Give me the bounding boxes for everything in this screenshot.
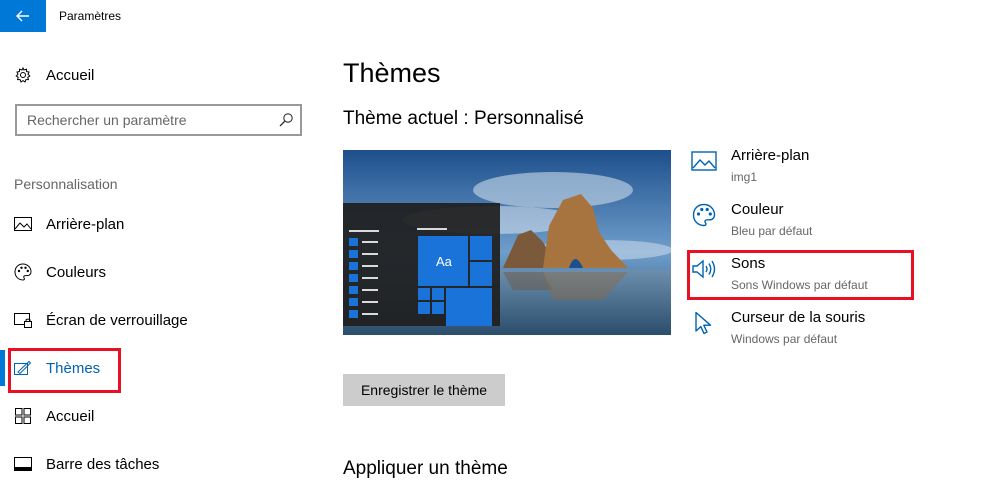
sidebar-item-label: Écran de verrouillage — [46, 311, 188, 329]
sidebar-item-arriere-plan[interactable]: Arrière-plan — [14, 212, 304, 236]
main-content: Thèmes Thème actuel : Personnalisé Aa Ar… — [320, 32, 991, 483]
section-label-personnalisation: Personnalisation — [14, 176, 118, 192]
sidebar-item-label: Accueil — [46, 407, 95, 425]
sidebar-item-label: Barre des tâches — [46, 455, 160, 473]
preview-tile-label: Aa — [436, 254, 452, 269]
back-arrow-icon — [16, 10, 29, 22]
picture-icon — [691, 148, 717, 174]
taskbar-icon — [14, 455, 32, 473]
save-theme-button[interactable]: Enregistrer le thème — [343, 374, 505, 406]
link-arriere-plan[interactable]: Arrière-plan img1 — [691, 146, 951, 190]
search-input[interactable] — [17, 106, 267, 134]
palette-icon — [691, 202, 717, 228]
page-title: Thèmes — [343, 58, 441, 88]
sidebar-item-barre-des-taches[interactable]: Barre des tâches — [14, 452, 304, 476]
theme-preview-image — [343, 150, 671, 335]
link-subtitle: Bleu par défaut — [731, 224, 813, 238]
highlight-box-sons — [687, 250, 914, 300]
link-curseur-souris[interactable]: Curseur de la souris Windows par défaut — [691, 308, 951, 352]
sidebar-item-couleurs[interactable]: Couleurs — [14, 260, 304, 284]
lock-screen-icon — [14, 311, 32, 329]
title-bar: Paramètres — [0, 0, 991, 32]
gear-icon — [14, 66, 32, 84]
back-button[interactable] — [0, 0, 46, 32]
app-title: Paramètres — [59, 9, 122, 23]
current-theme-label: Thème actuel : Personnalisé — [343, 108, 584, 129]
picture-icon — [14, 215, 32, 233]
link-title: Curseur de la souris — [731, 309, 866, 326]
start-icon — [14, 407, 32, 425]
link-couleur[interactable]: Couleur Bleu par défaut — [691, 200, 951, 244]
link-subtitle: Windows par défaut — [731, 332, 838, 346]
link-title: Couleur — [731, 201, 784, 218]
apply-theme-heading: Appliquer un thème — [343, 458, 508, 479]
sidebar-item-ecran-de-verrouillage[interactable]: Écran de verrouillage — [14, 308, 304, 332]
sidebar-item-label: Arrière-plan — [46, 215, 125, 233]
sidebar: Accueil Personnalisation Arrière-plan — [0, 32, 320, 483]
theme-preview: Aa — [343, 150, 671, 335]
link-title: Arrière-plan — [731, 147, 810, 164]
search-box — [15, 104, 302, 136]
mouse-cursor-icon — [691, 310, 717, 336]
highlight-box-themes — [8, 348, 121, 393]
sidebar-item-accueil[interactable]: Accueil — [14, 404, 304, 428]
sidebar-home[interactable]: Accueil — [14, 64, 94, 86]
search-icon[interactable] — [278, 112, 294, 128]
selection-indicator — [0, 350, 5, 386]
sidebar-home-label: Accueil — [46, 66, 95, 84]
sidebar-item-label: Couleurs — [46, 263, 107, 281]
link-subtitle: img1 — [731, 170, 758, 184]
palette-icon — [14, 263, 32, 281]
